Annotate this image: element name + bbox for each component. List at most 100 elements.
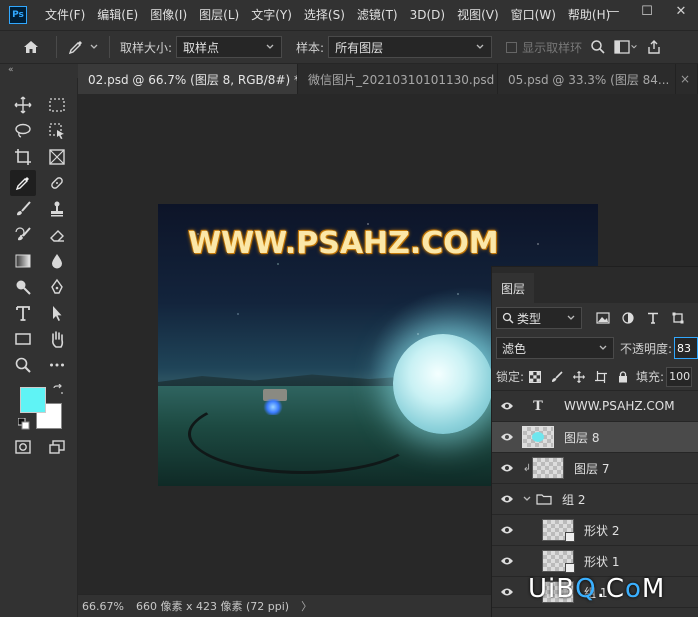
menu-edit[interactable]: 编辑(E)	[91, 0, 144, 30]
move-tool[interactable]	[10, 92, 36, 118]
search-button[interactable]	[586, 35, 610, 59]
edit-toolbar-button[interactable]	[44, 352, 70, 378]
menu-type[interactable]: 文字(Y)	[245, 0, 298, 30]
workspace-button[interactable]	[614, 35, 638, 59]
layer-row-text[interactable]: T WWW.PSAHZ.COM	[492, 391, 698, 422]
minimize-button[interactable]: —	[596, 0, 630, 22]
maximize-button[interactable]: ☐	[630, 0, 664, 22]
image-icon	[596, 312, 610, 324]
status-menu-arrow[interactable]: 〉	[301, 598, 312, 614]
home-button[interactable]	[16, 34, 46, 60]
lock-position-button[interactable]	[568, 366, 590, 388]
filter-adjustment-button[interactable]	[617, 307, 639, 329]
blur-tool[interactable]	[44, 248, 70, 274]
object-selection-tool[interactable]	[44, 118, 70, 144]
default-colors-icon[interactable]	[17, 417, 30, 430]
visibility-eye-icon[interactable]	[492, 463, 522, 473]
droplet-icon	[52, 254, 62, 269]
crop-tool[interactable]	[10, 144, 36, 170]
fill-input[interactable]: 100	[666, 366, 693, 387]
zoom-tool[interactable]	[10, 352, 36, 378]
type-tool[interactable]	[10, 300, 36, 326]
tab-wechat-image[interactable]: 微信图片_20210310101130.psd ×	[298, 64, 498, 94]
zoom-level[interactable]: 66.67%	[78, 600, 136, 613]
layer-row-shape1[interactable]: 形状 1	[492, 546, 698, 577]
bandage-icon	[51, 177, 63, 189]
lock-artboard-button[interactable]	[590, 366, 612, 388]
frame-tool[interactable]	[44, 144, 70, 170]
sample-select[interactable]: 所有图层	[328, 36, 493, 58]
layer-row-shape2[interactable]: 形状 2	[492, 515, 698, 546]
menu-window[interactable]: 窗口(W)	[505, 0, 562, 30]
tab-label: 05.psd @ 33.3% (图层 84...	[508, 72, 670, 87]
eyedropper-preset-button[interactable]	[67, 38, 99, 56]
menu-3d[interactable]: 3D(D)	[404, 0, 451, 30]
visibility-eye-icon[interactable]	[492, 587, 522, 597]
foreground-color-swatch[interactable]	[20, 387, 46, 413]
menu-view[interactable]: 视图(V)	[451, 0, 505, 30]
visibility-eye-icon[interactable]	[492, 432, 522, 442]
brush-tool[interactable]	[10, 196, 36, 222]
layer-name: 组 2	[562, 492, 586, 507]
healing-brush-tool[interactable]	[44, 170, 70, 196]
clone-stamp-tool[interactable]	[44, 196, 70, 222]
visibility-eye-icon[interactable]	[492, 494, 522, 504]
hand-tool[interactable]	[44, 326, 70, 352]
layer-row-layer7[interactable]: ↲ 图层 7	[492, 453, 698, 484]
screen-mode-button[interactable]	[44, 434, 70, 460]
lasso-tool[interactable]	[10, 118, 36, 144]
workspace-icon	[614, 40, 630, 54]
lock-all-button[interactable]	[612, 366, 634, 388]
tab-layers[interactable]: 图层	[492, 273, 534, 303]
close-window-button[interactable]: ✕	[664, 0, 698, 22]
menu-file[interactable]: 文件(F)	[39, 0, 91, 30]
layer-name: 形状 1	[584, 554, 620, 569]
tab-label: 微信图片_20210310101130.psd	[308, 72, 495, 87]
tab-02-psd[interactable]: 02.psd @ 66.7% (图层 8, RGB/8#) * ×	[78, 64, 298, 94]
lock-transparent-button[interactable]	[524, 366, 546, 388]
history-brush-tool[interactable]	[10, 222, 36, 248]
visibility-eye-icon[interactable]	[492, 401, 522, 411]
photoshop-logo-icon: Ps	[9, 6, 27, 24]
filter-shape-button[interactable]	[667, 307, 689, 329]
filter-type-button[interactable]	[642, 307, 664, 329]
pen-tool[interactable]	[44, 274, 70, 300]
menu-select[interactable]: 选择(S)	[298, 0, 351, 30]
filter-pixel-button[interactable]	[592, 307, 614, 329]
eyedropper-tool[interactable]	[10, 170, 36, 196]
document-tabs: 02.psd @ 66.7% (图层 8, RGB/8#) * × 微信图片_2…	[78, 64, 698, 94]
opacity-input[interactable]: 83	[674, 337, 698, 359]
folder-icon	[536, 494, 552, 505]
layer-row-group2[interactable]: 组 2	[492, 484, 698, 515]
sample-label: 样本:	[296, 40, 325, 55]
share-button[interactable]	[642, 35, 666, 59]
dodge-tool[interactable]	[10, 274, 36, 300]
quick-mask-button[interactable]	[10, 434, 36, 460]
tab-05-psd[interactable]: 05.psd @ 33.3% (图层 84...	[498, 64, 676, 94]
show-sampling-ring-checkbox[interactable]: 显示取样环	[506, 39, 582, 56]
blend-mode-select[interactable]: 滤色	[496, 337, 614, 359]
layer-row-layer8[interactable]: 图层 8	[492, 422, 698, 453]
brush-icon	[552, 370, 563, 382]
menu-filter[interactable]: 滤镜(T)	[351, 0, 404, 30]
rectangle-icon	[15, 333, 31, 345]
visibility-eye-icon[interactable]	[492, 525, 522, 535]
swap-colors-icon[interactable]	[52, 383, 64, 396]
menu-image[interactable]: 图像(I)	[144, 0, 193, 30]
tabs-close-button[interactable]: ×	[676, 64, 698, 94]
sample-size-select[interactable]: 取样点	[176, 36, 283, 58]
eraser-tool[interactable]	[44, 222, 70, 248]
filter-kind-select[interactable]: 类型	[496, 307, 582, 329]
marquee-tool[interactable]	[44, 92, 70, 118]
fill-label: 填充:	[636, 370, 665, 384]
visibility-eye-icon[interactable]	[492, 556, 522, 566]
toolbar-collapse-button[interactable]: «	[0, 64, 78, 78]
menu-layer[interactable]: 图层(L)	[193, 0, 245, 30]
lock-pixels-button[interactable]	[546, 366, 568, 388]
site-watermark: UiBQ.CoM	[528, 574, 665, 604]
path-selection-tool[interactable]	[44, 300, 70, 326]
rectangle-tool[interactable]	[10, 326, 36, 352]
chevron-down-icon[interactable]	[522, 494, 532, 504]
gradient-tool[interactable]	[10, 248, 36, 274]
history-brush-icon	[15, 227, 31, 241]
